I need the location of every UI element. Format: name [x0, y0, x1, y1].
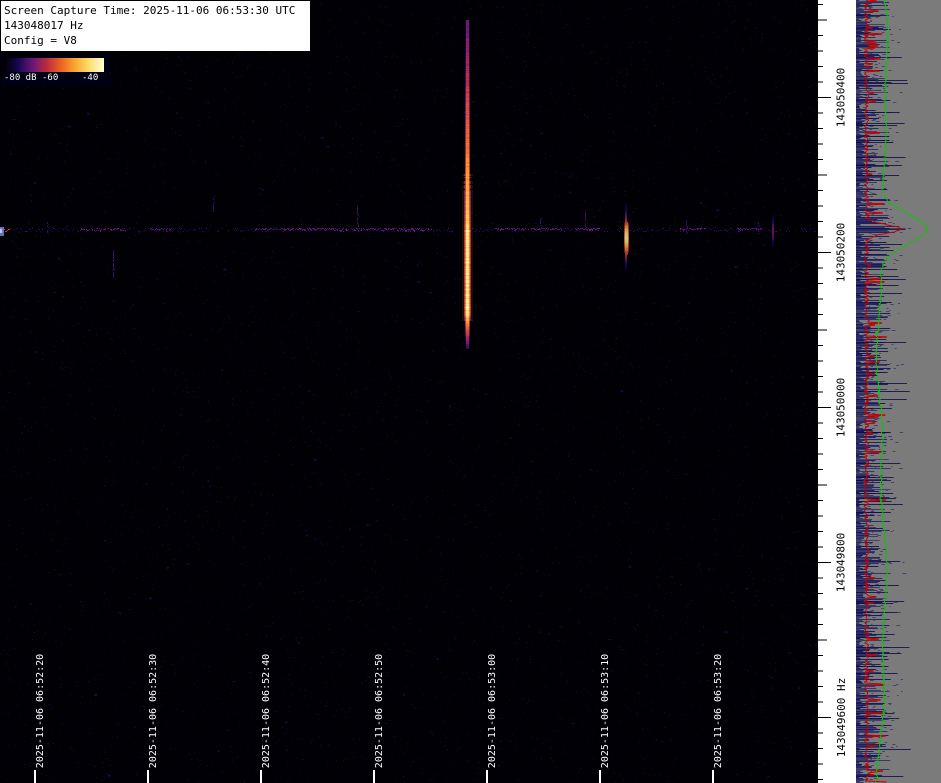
frequency-axis-ruler	[818, 0, 856, 783]
capture-info-box: Screen Capture Time: 2025-11-06 06:53:30…	[0, 0, 311, 52]
capture-time-line: Screen Capture Time: 2025-11-06 06:53:30…	[4, 3, 304, 18]
colorbar-label-mid: -60	[42, 72, 58, 84]
colorbar-label-min: -80 dB	[4, 72, 37, 84]
colorbar-legend: -80 dB -60 -40	[2, 56, 110, 86]
colorbar-labels: -80 dB -60 -40	[4, 72, 108, 84]
live-spectrum-panel	[856, 0, 941, 783]
colorbar-label-max: -40	[82, 72, 98, 84]
center-frequency-line: 143048017 Hz	[4, 18, 304, 33]
spectrogram-canvas	[0, 0, 818, 783]
colorbar-gradient	[4, 58, 104, 72]
config-line: Config = V8	[4, 33, 304, 48]
